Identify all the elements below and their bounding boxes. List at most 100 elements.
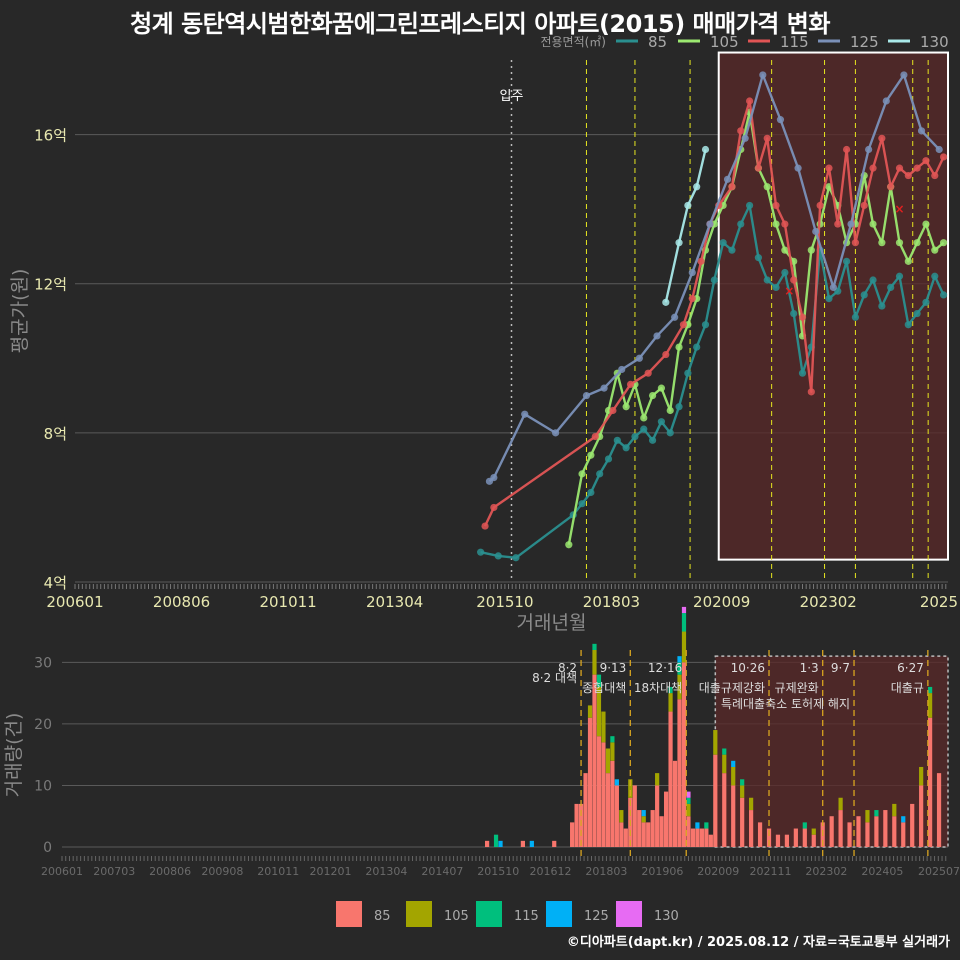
bar-85	[623, 828, 628, 847]
event-label: 18차대책	[634, 680, 682, 695]
bar-85	[910, 803, 915, 847]
bar-125	[731, 760, 736, 767]
x-tick-label: 202009	[697, 865, 739, 878]
data-point-85	[477, 548, 485, 556]
data-point-115	[790, 276, 798, 284]
data-point-85	[887, 283, 895, 292]
bar-85	[583, 773, 588, 847]
bar-115	[704, 822, 709, 829]
event-label: 대출규	[891, 681, 924, 695]
data-point-130	[662, 298, 670, 306]
data-point-85	[790, 309, 798, 318]
y-tick-label: 4억	[44, 574, 67, 592]
data-point-115	[591, 432, 599, 441]
data-point-85	[737, 220, 745, 228]
data-point-115	[860, 201, 868, 210]
y-tick-label: 0	[43, 840, 52, 856]
data-point-125	[688, 268, 696, 277]
bar-85	[605, 773, 611, 847]
bar-105	[681, 631, 687, 663]
data-point-105	[675, 343, 683, 351]
data-point-115	[931, 171, 939, 180]
y-axis-title: 평균가(원)	[9, 269, 31, 354]
bar-85	[614, 785, 619, 847]
legend-label-125: 125	[584, 909, 609, 924]
outlier-marker: ×	[894, 202, 904, 216]
data-point-125	[812, 227, 820, 236]
bar-115	[493, 834, 499, 847]
data-point-115	[904, 171, 912, 180]
x-tick-label: 201906	[641, 865, 683, 878]
bar-115	[874, 810, 879, 817]
data-point-85	[684, 369, 692, 377]
bar-125	[901, 816, 906, 823]
data-point-105	[781, 246, 789, 254]
data-point-105	[772, 220, 780, 228]
data-point-85	[869, 276, 877, 284]
move-in-label: 입주	[500, 89, 524, 104]
data-point-105	[763, 183, 771, 191]
data-point-115	[490, 503, 498, 512]
data-point-115	[939, 153, 948, 161]
bar-85	[740, 797, 745, 847]
event-date: 9·13	[600, 661, 627, 675]
bar-85	[722, 773, 727, 847]
bar-105	[655, 773, 660, 786]
bar-85	[919, 785, 924, 847]
data-point-115	[913, 164, 921, 172]
data-point-115	[688, 295, 696, 303]
x-tick-label: 202009	[693, 593, 750, 611]
data-point-85	[512, 554, 520, 562]
data-point-115	[754, 164, 763, 172]
data-point-85	[931, 272, 939, 280]
legend-label-85: 85	[648, 33, 667, 51]
data-point-125	[653, 332, 661, 340]
bar-85	[699, 828, 704, 847]
data-point-105	[904, 257, 912, 265]
data-point-105	[878, 239, 886, 247]
x-axis-title: 거래년월	[517, 612, 587, 634]
bar-105	[731, 766, 736, 786]
bar-85	[619, 822, 624, 847]
bar-85	[632, 785, 637, 847]
data-point-85	[745, 201, 754, 210]
data-point-115	[869, 164, 877, 172]
bar-85	[775, 834, 781, 847]
bar-115	[740, 779, 745, 786]
bar-105	[919, 766, 924, 786]
data-point-85	[904, 321, 912, 329]
data-point-125	[917, 127, 926, 135]
data-point-125	[759, 71, 767, 79]
price-panel: 4억 8억 12억 16억 200601 200806 201011 201304 201510…	[9, 51, 958, 634]
data-point-85	[710, 276, 718, 284]
data-point-125	[551, 429, 560, 437]
event-label: 특례대출축소 토허제 해지	[721, 697, 850, 711]
x-tick-label: 201612	[529, 865, 571, 878]
legend-label-130: 130	[920, 33, 949, 51]
x-tick-label: 200601	[46, 593, 103, 611]
x-tick-label: 200703	[93, 865, 135, 878]
data-point-85	[719, 239, 727, 247]
data-point-85	[798, 369, 807, 377]
data-point-105	[913, 239, 921, 247]
data-point-85	[754, 254, 763, 262]
data-point-115	[834, 220, 842, 228]
bar-85	[587, 717, 593, 847]
bar-105	[601, 711, 606, 743]
data-point-105	[666, 406, 674, 415]
legend-label-115: 115	[514, 909, 539, 924]
legend-swatch-85	[336, 901, 362, 927]
bar-105	[713, 730, 718, 755]
event-date: 12·16	[648, 661, 682, 675]
data-point-115	[662, 350, 670, 359]
data-point-85	[622, 444, 630, 452]
x-tick-label: 201803	[585, 865, 627, 878]
x-tick-label: 202507	[918, 865, 960, 878]
bar-85	[847, 822, 852, 847]
bar-85	[646, 822, 651, 847]
bar-85	[637, 810, 642, 847]
bar-130	[686, 791, 691, 798]
data-point-115	[644, 369, 652, 377]
bar-105	[587, 705, 593, 718]
legend-label-85: 85	[374, 909, 391, 924]
